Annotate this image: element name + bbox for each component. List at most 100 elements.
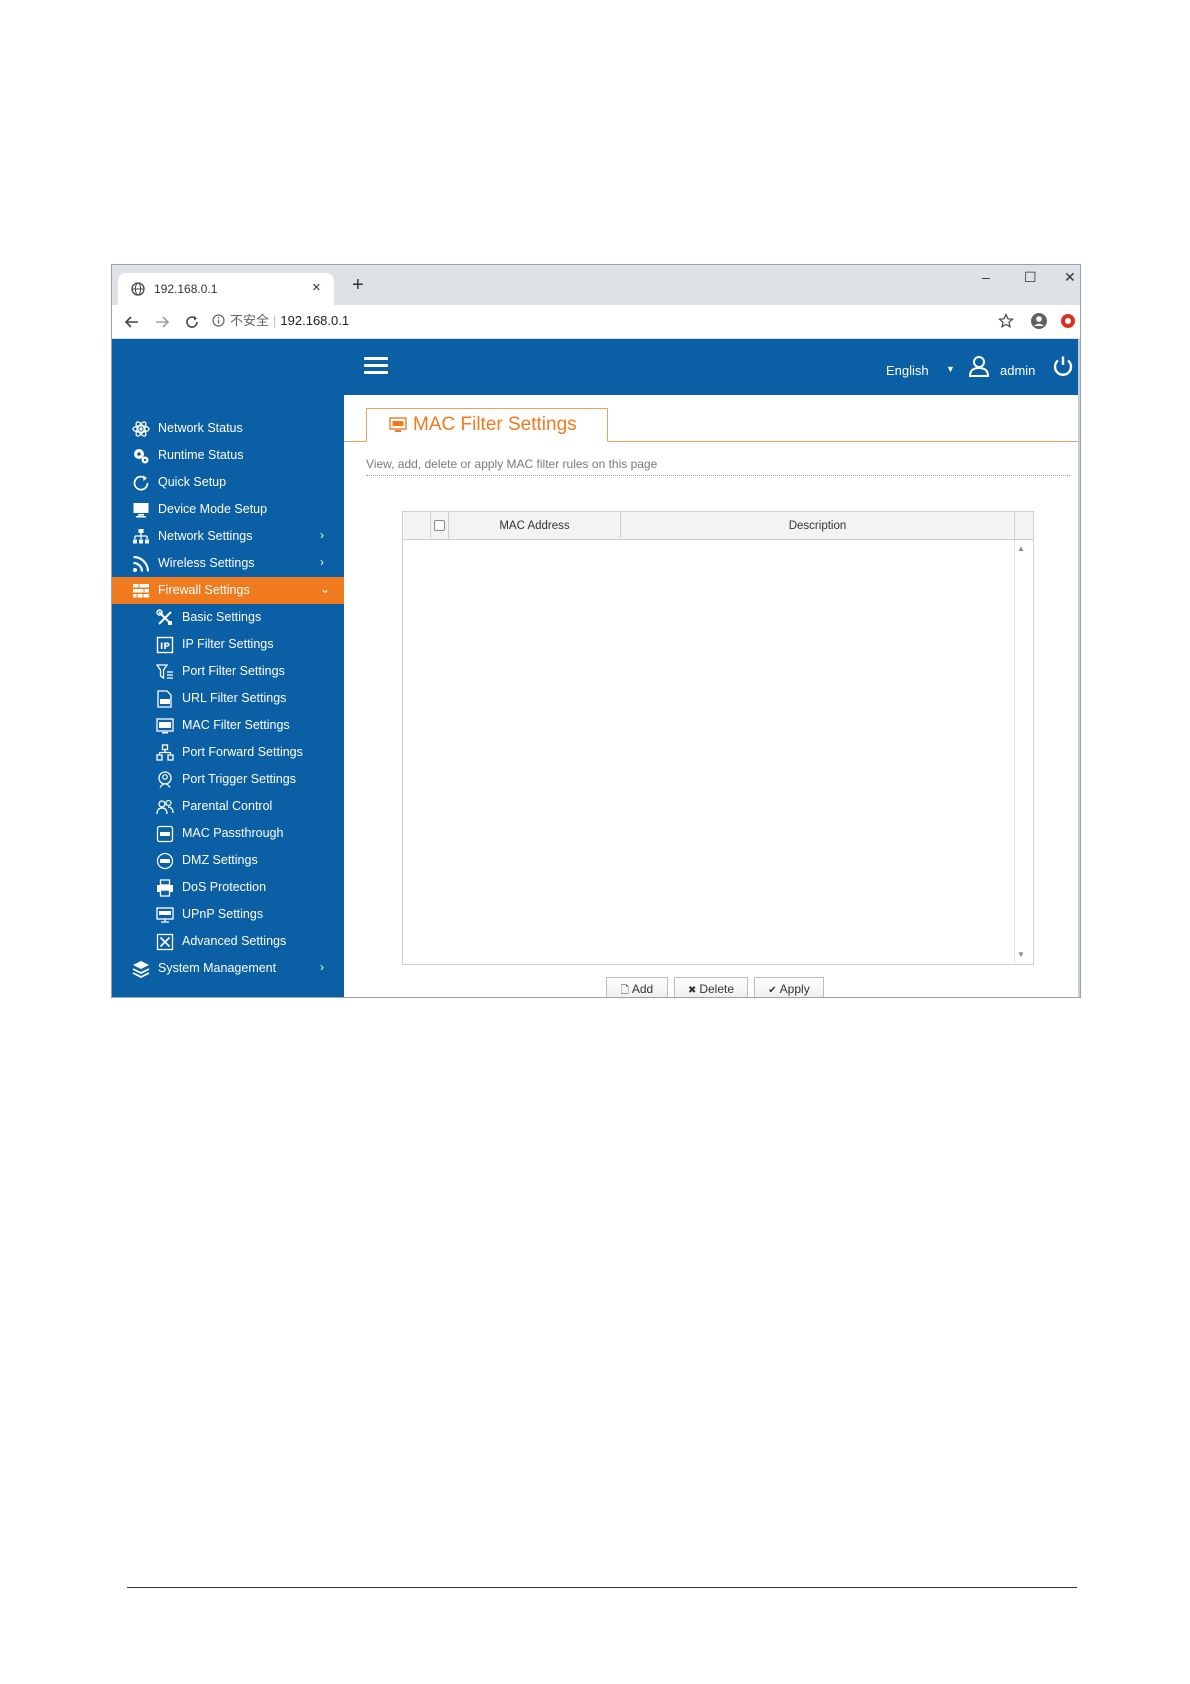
- forward-icon[interactable]: [154, 314, 170, 330]
- select-all-checkbox[interactable]: [434, 520, 445, 531]
- sidebar-item-label: UPnP Settings: [182, 907, 264, 921]
- firewall-icon: [133, 584, 149, 598]
- advanced-tools-icon: [156, 933, 174, 951]
- atom-icon: [132, 421, 150, 437]
- sitemap-icon: [133, 529, 149, 544]
- chevron-right-icon: ›: [320, 960, 324, 974]
- tab-title: 192.168.0.1: [154, 282, 218, 296]
- language-selector[interactable]: English: [886, 363, 929, 378]
- sidebar-item-parental-control[interactable]: Parental Control: [112, 793, 344, 820]
- sidebar-item-ip-filter-settings[interactable]: IP IP Filter Settings: [112, 631, 344, 658]
- star-icon[interactable]: [998, 313, 1014, 329]
- sidebar-item-port-forward-settings[interactable]: Port Forward Settings: [112, 739, 344, 766]
- chevron-down-icon: ⌄: [320, 582, 331, 596]
- sidebar-item-label: Port Forward Settings: [182, 745, 303, 759]
- printer-icon: [157, 879, 173, 897]
- sidebar-item-network-status[interactable]: Network Status: [112, 415, 344, 442]
- sidebar-item-label: Basic Settings: [182, 610, 262, 624]
- scroll-up-icon[interactable]: ▲: [1017, 544, 1025, 553]
- sidebar-item-device-mode-setup[interactable]: Device Mode Setup: [112, 496, 344, 523]
- users-icon: [156, 799, 174, 815]
- menu-toggle-icon[interactable]: [364, 357, 388, 375]
- window-close-icon[interactable]: ✕: [1064, 269, 1076, 286]
- mac-icon: [156, 718, 174, 734]
- browser-window: 192.168.0.1 × + – ☐ ✕ 不安全 | 192.168.0.1 …: [111, 264, 1081, 998]
- profile-icon[interactable]: [1030, 312, 1048, 330]
- sidebar-item-wireless-settings[interactable]: Wireless Settings ›: [112, 550, 344, 577]
- ip-icon: IP: [156, 636, 174, 654]
- table-scrollbar[interactable]: [1014, 540, 1032, 964]
- footer-rule: [127, 1587, 1077, 1588]
- sidebar-item-label: Advanced Settings: [182, 934, 287, 948]
- extension-icon[interactable]: [1060, 313, 1076, 329]
- reload-icon[interactable]: [184, 314, 200, 330]
- x-icon: ✖: [687, 985, 697, 996]
- monitor-icon: [133, 503, 149, 518]
- sidebar-item-label: Network Status: [158, 421, 243, 435]
- tools-icon: [156, 609, 172, 625]
- power-icon[interactable]: [1052, 355, 1074, 377]
- sidebar-item-port-filter-settings[interactable]: Port Filter Settings: [112, 658, 344, 685]
- sidebar-item-firewall-settings[interactable]: Firewall Settings ⌄: [112, 577, 344, 604]
- refresh-circle-icon: [133, 475, 149, 491]
- divider: [366, 475, 1070, 476]
- back-icon[interactable]: [124, 314, 140, 330]
- address-separator: |: [273, 313, 277, 328]
- column-header-mac-address[interactable]: MAC Address: [449, 512, 621, 540]
- sidebar-item-dmz-settings[interactable]: DMZ Settings: [112, 847, 344, 874]
- apply-button-label: Apply: [779, 982, 810, 996]
- maximize-icon[interactable]: ☐: [1024, 269, 1037, 286]
- svg-text:IP: IP: [160, 642, 170, 652]
- caret-down-icon[interactable]: ▼: [946, 364, 955, 374]
- sidebar-item-network-settings[interactable]: Network Settings ›: [112, 523, 344, 550]
- sidebar-item-label: Network Settings: [158, 529, 253, 543]
- filter-icon: [156, 664, 173, 680]
- sidebar-item-label: MAC Filter Settings: [182, 718, 290, 732]
- scroll-header: [1015, 512, 1033, 540]
- delete-button-label: Delete: [699, 982, 735, 996]
- browser-toolbar: 不安全 | 192.168.0.1: [112, 305, 1080, 339]
- sidebar-item-dos-protection[interactable]: DoS Protection: [112, 874, 344, 901]
- apply-button[interactable]: ✔ Apply: [754, 977, 824, 997]
- sidebar-item-mac-passthrough[interactable]: MAC Passthrough: [112, 820, 344, 847]
- sidebar-item-label: Runtime Status: [158, 448, 244, 462]
- dmz-icon: [156, 852, 174, 870]
- tab-close-icon[interactable]: ×: [312, 279, 321, 297]
- url-document-icon: [157, 690, 172, 708]
- sidebar-item-url-filter-settings[interactable]: URL Filter Settings: [112, 685, 344, 712]
- sidebar-item-label: IP Filter Settings: [182, 637, 274, 651]
- scroll-down-icon[interactable]: ▼: [1017, 950, 1025, 959]
- user-icon: [968, 356, 990, 377]
- sidebar-item-label: Port Filter Settings: [182, 664, 285, 678]
- insecure-label: 不安全: [230, 313, 270, 328]
- sidebar-item-basic-settings[interactable]: Basic Settings: [112, 604, 344, 631]
- minimize-icon[interactable]: –: [982, 269, 990, 285]
- add-button-label: Add: [631, 982, 654, 996]
- sidebar-item-upnp-settings[interactable]: UPnP Settings: [112, 901, 344, 928]
- sidebar-item-port-trigger-settings[interactable]: Port Trigger Settings: [112, 766, 344, 793]
- sidebar-item-advanced-settings[interactable]: Advanced Settings: [112, 928, 344, 955]
- sidebar-item-label: Device Mode Setup: [158, 502, 268, 516]
- check-icon: ✔: [768, 985, 777, 996]
- user-name: admin: [1000, 363, 1036, 378]
- browser-tab[interactable]: 192.168.0.1 ×: [118, 273, 334, 305]
- browser-tabstrip: 192.168.0.1 × + – ☐ ✕: [112, 265, 1080, 305]
- new-tab-icon[interactable]: +: [352, 275, 364, 295]
- sidebar-item-system-management[interactable]: System Management ›: [112, 955, 344, 982]
- sidebar-item-runtime-status[interactable]: Runtime Status: [112, 442, 344, 469]
- address-bar[interactable]: 不安全 | 192.168.0.1: [212, 310, 349, 329]
- mac-icon: [389, 417, 407, 432]
- upnp-monitor-icon: [156, 907, 174, 923]
- tab-mac-filter-settings[interactable]: MAC Filter Settings: [366, 408, 608, 442]
- sidebar-item-label: System Management: [158, 961, 277, 975]
- info-icon: [212, 314, 225, 327]
- delete-button[interactable]: ✖ Delete: [674, 977, 748, 997]
- sidebar-item-label: MAC Passthrough: [182, 826, 284, 840]
- column-header-description[interactable]: Description: [621, 512, 1015, 540]
- sidebar-item-label: Port Trigger Settings: [182, 772, 296, 786]
- mac-filter-table: MAC Address Description ▲ ▼: [402, 511, 1034, 965]
- page-title: MAC Filter Settings: [413, 414, 577, 435]
- sidebar-item-mac-filter-settings[interactable]: MAC Filter Settings: [112, 712, 344, 739]
- add-button[interactable]: 🗋 Add: [606, 977, 668, 997]
- sidebar-item-quick-setup[interactable]: Quick Setup: [112, 469, 344, 496]
